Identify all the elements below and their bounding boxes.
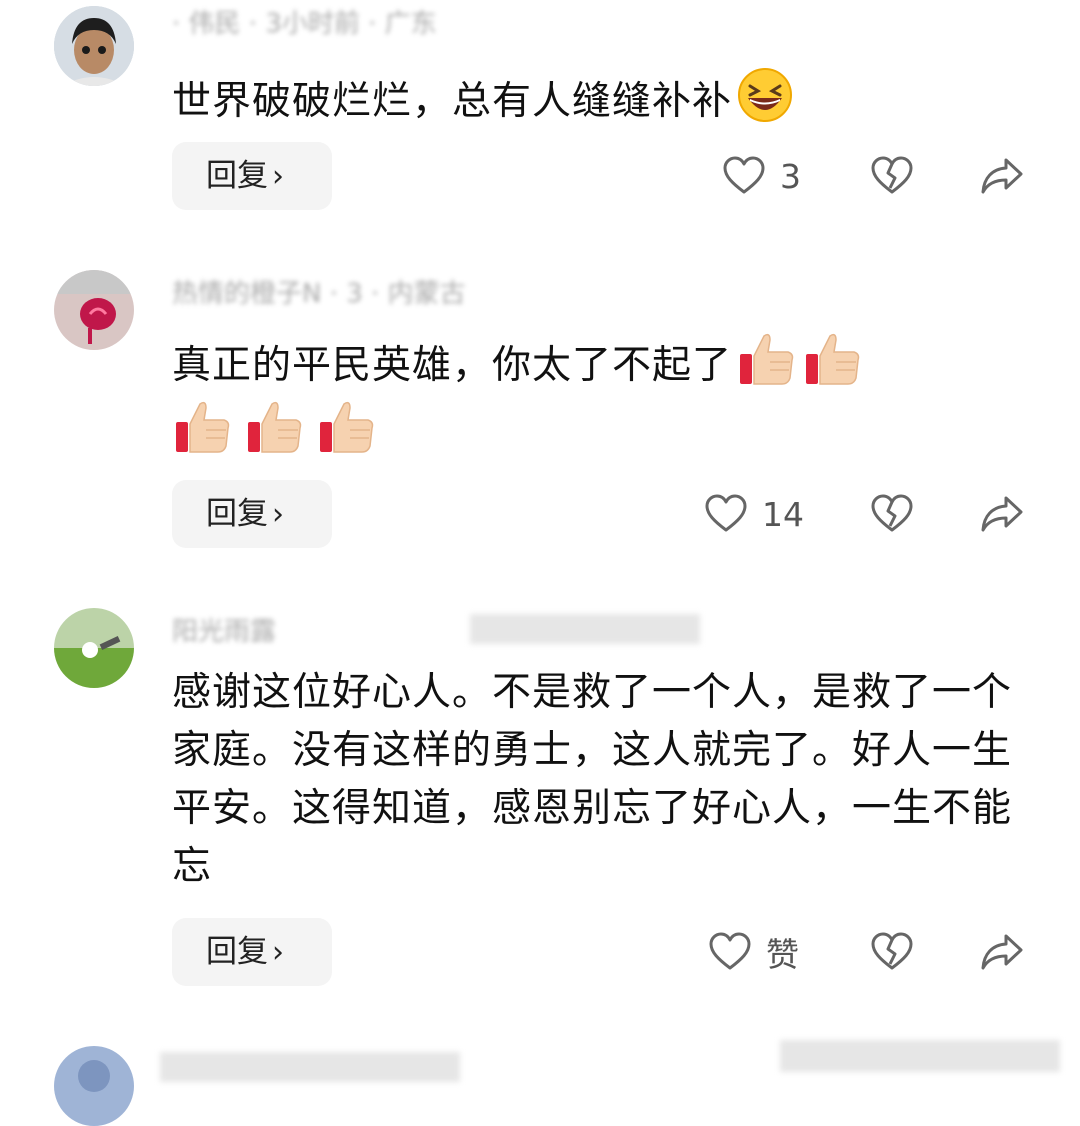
comment-meta: 阳光雨露 (172, 617, 277, 647)
dislike-button[interactable] (870, 488, 914, 540)
avatar[interactable] (54, 608, 134, 688)
share-button[interactable] (980, 150, 1024, 202)
meta-redaction (470, 614, 700, 644)
meta-redaction (160, 1052, 460, 1082)
comment-text: 世界破破烂烂，总有人缝缝补补 (172, 66, 1022, 141)
thumbs-up-icon (736, 328, 798, 407)
like-count: 3 (780, 156, 801, 196)
share-button[interactable] (980, 488, 1024, 540)
grinning-squinting-face-icon (736, 66, 794, 141)
dislike-button[interactable] (870, 150, 914, 202)
comment-text-body: 世界破破烂烂，总有人缝缝补补 (172, 79, 733, 124)
heart-outline-icon (708, 932, 752, 972)
thumbs-up-icon (244, 396, 306, 462)
thumbs-up-icon (172, 396, 234, 462)
reply-button[interactable]: 回复 › (172, 480, 332, 548)
comment-text: 感谢这位好心人。不是救了一个人，是救了一个家庭。没有这样的勇士，这人就完了。好人… (172, 664, 1012, 896)
chevron-right-icon: › (272, 159, 284, 194)
avatar[interactable] (54, 270, 134, 350)
reply-button[interactable]: 回复 › (172, 142, 332, 210)
share-arrow-icon (980, 156, 1024, 196)
like-count: 14 (762, 494, 804, 534)
thumbs-up-icon (802, 328, 864, 407)
comment-meta: 热情的橙子N · 3 · 内蒙古 (172, 279, 466, 309)
share-button[interactable] (980, 926, 1024, 978)
emoji-row (172, 396, 378, 462)
reply-label: 回复 (206, 496, 268, 532)
thumbs-up-icon (316, 396, 378, 462)
broken-heart-icon (870, 494, 914, 534)
comment-meta: · 伟民 · 3小时前 · 广东 (172, 9, 437, 39)
like-button[interactable]: 3 (722, 150, 801, 202)
reply-button[interactable]: 回复 › (172, 918, 332, 986)
chevron-right-icon: › (272, 497, 284, 532)
heart-outline-icon (704, 494, 748, 534)
meta-redaction (780, 1040, 1060, 1072)
avatar[interactable] (54, 6, 134, 86)
avatar[interactable] (54, 1046, 134, 1126)
like-count: 赞 (766, 935, 799, 974)
reply-label: 回复 (206, 934, 268, 970)
broken-heart-icon (870, 932, 914, 972)
share-arrow-icon (980, 932, 1024, 972)
dislike-button[interactable] (870, 926, 914, 978)
broken-heart-icon (870, 156, 914, 196)
reply-label: 回复 (206, 158, 268, 194)
chevron-right-icon: › (272, 935, 284, 970)
comment-text-body: 真正的平民英雄，你太了不起了 (172, 343, 733, 388)
like-button[interactable]: 14 (704, 488, 804, 540)
like-button[interactable]: 赞 (708, 926, 799, 978)
share-arrow-icon (980, 494, 1024, 534)
comment-text-body: 感谢这位好心人。不是救了一个人，是救了一个家庭。没有这样的勇士，这人就完了。好人… (172, 670, 1013, 889)
heart-outline-icon (722, 156, 766, 196)
